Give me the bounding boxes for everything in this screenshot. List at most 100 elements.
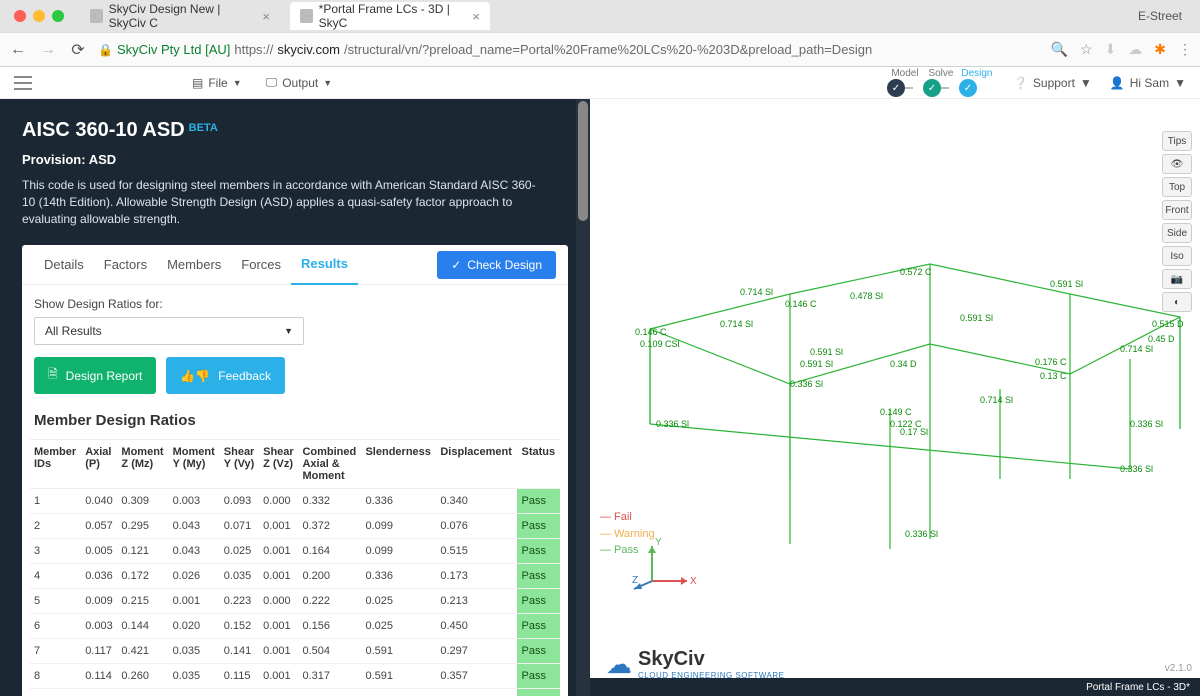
- table-cell: 0.093: [220, 489, 259, 514]
- screenshot-button[interactable]: 📷: [1162, 269, 1192, 289]
- viewport-3d[interactable]: 0.572 C0.591 Sl0.714 Sl0.146 C0.478 Sl0.…: [590, 99, 1200, 696]
- view-front-button[interactable]: Front: [1162, 200, 1192, 220]
- browser-profile-label[interactable]: E-Street: [1138, 9, 1182, 23]
- table-cell: 2: [30, 514, 81, 539]
- axis-gizmo: X Y Z: [632, 531, 702, 604]
- table-cell: 1: [30, 489, 81, 514]
- stage-model-button[interactable]: ✓: [887, 79, 905, 97]
- table-cell: 0.040: [81, 489, 117, 514]
- user-icon: 👤: [1110, 76, 1125, 90]
- visibility-button[interactable]: 👁: [1162, 154, 1192, 174]
- extension-icon[interactable]: ✱: [1154, 41, 1166, 58]
- table-header: ShearY (Vy): [220, 440, 259, 489]
- table-row[interactable]: 10.0400.3090.0030.0930.0000.3320.3360.34…: [30, 489, 560, 514]
- table-cell: 0.099: [361, 514, 436, 539]
- scrollbar-thumb[interactable]: [578, 101, 588, 221]
- feedback-button[interactable]: 👍👎 Feedback: [166, 357, 285, 394]
- close-window-icon[interactable]: [14, 10, 26, 22]
- output-menu[interactable]: 🖵 Output ▼: [266, 75, 333, 90]
- table-cell: 0.144: [117, 614, 168, 639]
- table-cell: 0.001: [259, 664, 298, 689]
- menu-icon[interactable]: ⋮: [1178, 41, 1192, 58]
- file-icon: ▤: [192, 76, 203, 90]
- stage-design-button[interactable]: ✓: [959, 79, 977, 97]
- stage-solve-button[interactable]: ✓: [923, 79, 941, 97]
- table-header: ShearZ (Vz): [259, 440, 298, 489]
- table-header: MomentY (My): [169, 440, 220, 489]
- status-cell: Pass: [517, 614, 560, 639]
- svg-text:Y: Y: [655, 537, 662, 548]
- reload-button[interactable]: ⟳: [68, 40, 88, 60]
- tab-forces[interactable]: Forces: [231, 245, 291, 285]
- browser-tab-active[interactable]: *Portal Frame LCs - 3D | SkyC ×: [290, 2, 490, 30]
- user-menu[interactable]: 👤 Hi Sam ▼: [1110, 76, 1186, 90]
- url-field[interactable]: 🔒 SkyCiv Pty Ltd [AU] https://skyciv.com…: [98, 42, 1041, 57]
- browser-tab[interactable]: SkyCiv Design New | SkyCiv C ×: [80, 2, 280, 30]
- menu-toggle-button[interactable]: [14, 76, 32, 90]
- table-row[interactable]: 20.0570.2950.0430.0710.0010.3720.0990.07…: [30, 514, 560, 539]
- table-cell: 0.222: [298, 589, 361, 614]
- check-design-button[interactable]: ✓ Check Design: [437, 251, 556, 279]
- file-menu[interactable]: ▤ File ▼: [192, 76, 242, 90]
- table-cell: 3: [30, 539, 81, 564]
- table-cell: 0.035: [169, 639, 220, 664]
- tab-details[interactable]: Details: [34, 245, 94, 285]
- table-cell: 0.515: [436, 539, 517, 564]
- table-header: Status: [517, 440, 560, 489]
- minimize-window-icon[interactable]: [33, 10, 45, 22]
- support-label: Support: [1033, 76, 1075, 90]
- close-tab-icon[interactable]: ×: [472, 9, 480, 24]
- table-header: MemberIDs: [30, 440, 81, 489]
- back-button[interactable]: ←: [8, 41, 28, 59]
- tab-strip: SkyCiv Design New | SkyCiv C × *Portal F…: [0, 0, 1200, 32]
- download-icon[interactable]: ⬇: [1105, 41, 1117, 58]
- table-row[interactable]: 70.1170.4210.0350.1410.0010.5040.5910.29…: [30, 639, 560, 664]
- view-top-button[interactable]: Top: [1162, 177, 1192, 197]
- table-cell: 0.117: [81, 639, 117, 664]
- view-side-button[interactable]: Side: [1162, 223, 1192, 243]
- table-cell: 0.035: [220, 564, 259, 589]
- shade-button[interactable]: ◐: [1162, 292, 1192, 312]
- tab-members[interactable]: Members: [157, 245, 231, 285]
- table-row[interactable]: 80.1140.2600.0350.1150.0010.3170.5910.35…: [30, 664, 560, 689]
- table-cell: 0.213: [436, 589, 517, 614]
- bookmark-icon[interactable]: ☆: [1080, 41, 1093, 58]
- scrollbar[interactable]: [576, 99, 590, 696]
- table-cell: 0.340: [436, 489, 517, 514]
- document-icon: 🗎: [48, 365, 58, 386]
- window-controls[interactable]: [8, 10, 70, 22]
- tips-button[interactable]: Tips: [1162, 131, 1192, 151]
- table-cell: 5: [30, 589, 81, 614]
- table-cell: 0.043: [169, 514, 220, 539]
- cloud-icon[interactable]: ☁: [1128, 41, 1142, 58]
- table-cell: 0.372: [298, 514, 361, 539]
- table-cell: 0.009: [81, 589, 117, 614]
- table-cell: 0.001: [259, 539, 298, 564]
- table-row[interactable]: 50.0090.2150.0010.2230.0000.2220.0250.21…: [30, 589, 560, 614]
- table-cell: 0.115: [220, 664, 259, 689]
- close-tab-icon[interactable]: ×: [262, 9, 270, 24]
- url-scheme: https://: [234, 42, 273, 57]
- table-cell: 0.114: [81, 664, 117, 689]
- table-cell: 4: [30, 564, 81, 589]
- url-host: skyciv.com: [277, 42, 340, 57]
- url-path: /structural/vn/?preload_name=Portal%20Fr…: [344, 42, 872, 57]
- filter-select[interactable]: All Results ▼: [34, 317, 304, 345]
- user-label: Hi Sam: [1130, 76, 1169, 90]
- design-report-button[interactable]: 🗎 Design Report: [34, 357, 156, 394]
- file-label: File: [208, 76, 227, 90]
- table-cell: 0.200: [298, 564, 361, 589]
- table-cell: 0.043: [169, 539, 220, 564]
- filter-label: Show Design Ratios for:: [34, 297, 556, 311]
- support-menu[interactable]: ❔ Support ▼: [1013, 76, 1092, 90]
- table-row[interactable]: 60.0030.1440.0200.1520.0010.1560.0250.45…: [30, 614, 560, 639]
- address-bar: ← → ⟳ 🔒 SkyCiv Pty Ltd [AU] https://skyc…: [0, 32, 1200, 66]
- tab-factors[interactable]: Factors: [94, 245, 157, 285]
- view-iso-button[interactable]: Iso: [1162, 246, 1192, 266]
- tab-results[interactable]: Results: [291, 245, 358, 285]
- chevron-down-icon: ▼: [1080, 76, 1092, 90]
- table-row[interactable]: 30.0050.1210.0430.0250.0010.1640.0990.51…: [30, 539, 560, 564]
- table-row[interactable]: 40.0360.1720.0260.0350.0010.2000.3360.17…: [30, 564, 560, 589]
- maximize-window-icon[interactable]: [52, 10, 64, 22]
- search-icon[interactable]: 🔍: [1051, 41, 1068, 58]
